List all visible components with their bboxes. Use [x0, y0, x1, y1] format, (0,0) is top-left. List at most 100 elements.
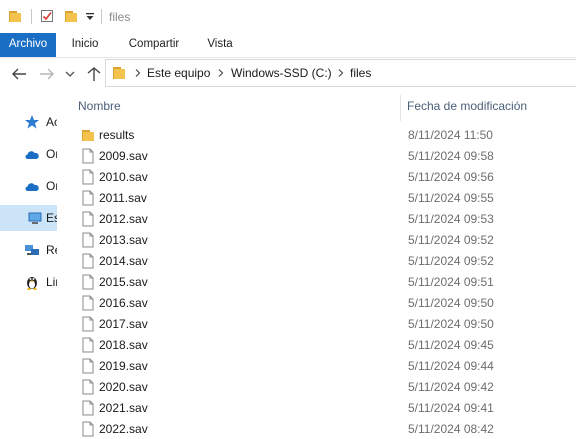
sidebar-item-label: Linux [46, 275, 57, 289]
column-name-header[interactable]: Nombre [78, 99, 121, 113]
file-icon [82, 358, 94, 374]
sidebar-item-linux[interactable]: Linux [0, 269, 57, 295]
file-name: 2014.sav [99, 254, 148, 268]
title-separator [31, 9, 32, 24]
file-icon [82, 274, 94, 290]
file-icon [82, 337, 94, 353]
file-date: 5/11/2024 09:52 [408, 254, 494, 268]
list-item[interactable]: 2020.sav 5/11/2024 09:42 [75, 376, 576, 397]
tab-inicio[interactable]: Inicio [60, 33, 110, 57]
file-date: 5/11/2024 09:45 [408, 338, 494, 352]
breadcrumb-chevron-icon[interactable] [134, 69, 142, 77]
breadcrumb-chevron-icon[interactable] [337, 69, 345, 77]
file-icon [82, 148, 94, 164]
list-item[interactable]: 2015.sav 5/11/2024 09:51 [75, 271, 576, 292]
list-item[interactable]: 2022.sav 5/11/2024 08:42 [75, 418, 576, 439]
sidebar-item-label: Este equipo [46, 211, 57, 225]
file-icon [82, 253, 94, 269]
list-item[interactable]: 2014.sav 5/11/2024 09:52 [75, 250, 576, 271]
sidebar-item-onedrive-2[interactable]: OneDrive [0, 173, 57, 199]
list-item[interactable]: 2011.sav 5/11/2024 09:55 [75, 187, 576, 208]
file-name: results [99, 128, 135, 142]
file-name: 2011.sav [99, 191, 147, 205]
sidebar-item-onedrive[interactable]: OneDrive [0, 141, 57, 167]
file-date: 5/11/2024 09:58 [408, 149, 494, 163]
back-arrow-icon[interactable] [10, 66, 28, 82]
recent-locations-chevron-icon[interactable] [64, 66, 76, 82]
file-name: 2015.sav [99, 275, 148, 289]
file-name: 2009.sav [99, 149, 148, 163]
window-title: files [109, 10, 131, 24]
sidebar-item-label: Acceso rápido [46, 115, 57, 129]
sidebar-item-label: OneDrive [46, 147, 57, 161]
address-bar[interactable]: Este equipo Windows-SSD (C:) files [105, 59, 576, 87]
cloud-icon [25, 151, 39, 159]
column-header: Nombre Fecha de modificación [57, 90, 576, 121]
file-date: 5/11/2024 09:42 [408, 380, 494, 394]
star-icon [25, 115, 39, 129]
file-name: 2019.sav [99, 359, 148, 373]
ribbon-tabs: Archivo Inicio Compartir Vista [0, 33, 576, 58]
sidebar-item-label: Red [46, 243, 57, 257]
list-item[interactable]: 2009.sav 5/11/2024 09:58 [75, 145, 576, 166]
list-item[interactable]: 2018.sav 5/11/2024 09:45 [75, 334, 576, 355]
file-icon [82, 211, 94, 227]
sidebar-item-quick-access[interactable]: Acceso rápido [0, 109, 57, 135]
list-item[interactable]: 2019.sav 5/11/2024 09:44 [75, 355, 576, 376]
file-name: 2016.sav [99, 296, 148, 310]
list-item[interactable]: 2010.sav 5/11/2024 09:56 [75, 166, 576, 187]
column-divider[interactable] [400, 95, 401, 121]
column-date-header[interactable]: Fecha de modificación [407, 99, 527, 113]
file-name: 2020.sav [99, 380, 148, 394]
forward-arrow-icon[interactable] [38, 66, 56, 82]
title-separator [101, 9, 102, 24]
list-item[interactable]: 2016.sav 5/11/2024 09:50 [75, 292, 576, 313]
tab-compartir[interactable]: Compartir [118, 33, 190, 57]
title-bar: files [0, 0, 576, 33]
file-date: 5/11/2024 09:50 [408, 317, 494, 331]
file-name: 2022.sav [99, 422, 148, 436]
file-date: 5/11/2024 09:55 [408, 191, 494, 205]
folder-icon [82, 130, 94, 141]
breadcrumb-files[interactable]: files [350, 66, 371, 80]
file-name: 2021.sav [99, 401, 148, 415]
file-name: 2010.sav [99, 170, 148, 184]
breadcrumb-este-equipo[interactable]: Este equipo [147, 66, 210, 80]
file-icon [82, 316, 94, 332]
file-icon [82, 400, 94, 416]
file-name: 2013.sav [99, 233, 148, 247]
sidebar-item-red[interactable]: Red [0, 237, 57, 263]
up-arrow-icon[interactable] [85, 66, 103, 82]
list-item[interactable]: 2017.sav 5/11/2024 09:50 [75, 313, 576, 334]
customize-toolbar-icon[interactable] [84, 9, 96, 23]
list-item[interactable]: 2021.sav 5/11/2024 09:41 [75, 397, 576, 418]
tab-vista[interactable]: Vista [198, 33, 242, 57]
breadcrumb-drive[interactable]: Windows-SSD (C:) [231, 66, 332, 80]
linux-icon [27, 277, 37, 290]
sidebar-item-este-equipo[interactable]: Este equipo [0, 205, 57, 231]
cloud-icon [25, 183, 39, 191]
file-date: 5/11/2024 09:56 [408, 170, 494, 184]
tab-archivo[interactable]: Archivo [0, 33, 56, 57]
navigation-pane: Acceso rápido OneDrive OneDrive Este equ… [0, 90, 57, 438]
breadcrumb-chevron-icon[interactable] [217, 69, 225, 77]
computer-icon [28, 212, 42, 224]
file-icon [82, 232, 94, 248]
file-date: 5/11/2024 09:52 [408, 233, 494, 247]
properties-icon[interactable] [40, 9, 54, 23]
new-folder-icon[interactable] [64, 9, 78, 23]
file-name: 2017.sav [99, 317, 148, 331]
file-date: 5/11/2024 09:53 [408, 212, 494, 226]
sidebar-item-label: OneDrive [46, 179, 57, 193]
file-date: 5/11/2024 09:41 [408, 401, 494, 415]
list-item[interactable]: 2012.sav 5/11/2024 09:53 [75, 208, 576, 229]
file-icon [82, 379, 94, 395]
list-item-folder[interactable]: results 8/11/2024 11:50 [75, 124, 576, 145]
file-date: 8/11/2024 11:50 [408, 128, 493, 142]
file-name: 2012.sav [99, 212, 148, 226]
folder-icon[interactable] [8, 9, 22, 23]
network-icon [25, 245, 39, 255]
list-item[interactable]: 2013.sav 5/11/2024 09:52 [75, 229, 576, 250]
file-date: 5/11/2024 08:42 [408, 422, 494, 436]
file-name: 2018.sav [99, 338, 148, 352]
